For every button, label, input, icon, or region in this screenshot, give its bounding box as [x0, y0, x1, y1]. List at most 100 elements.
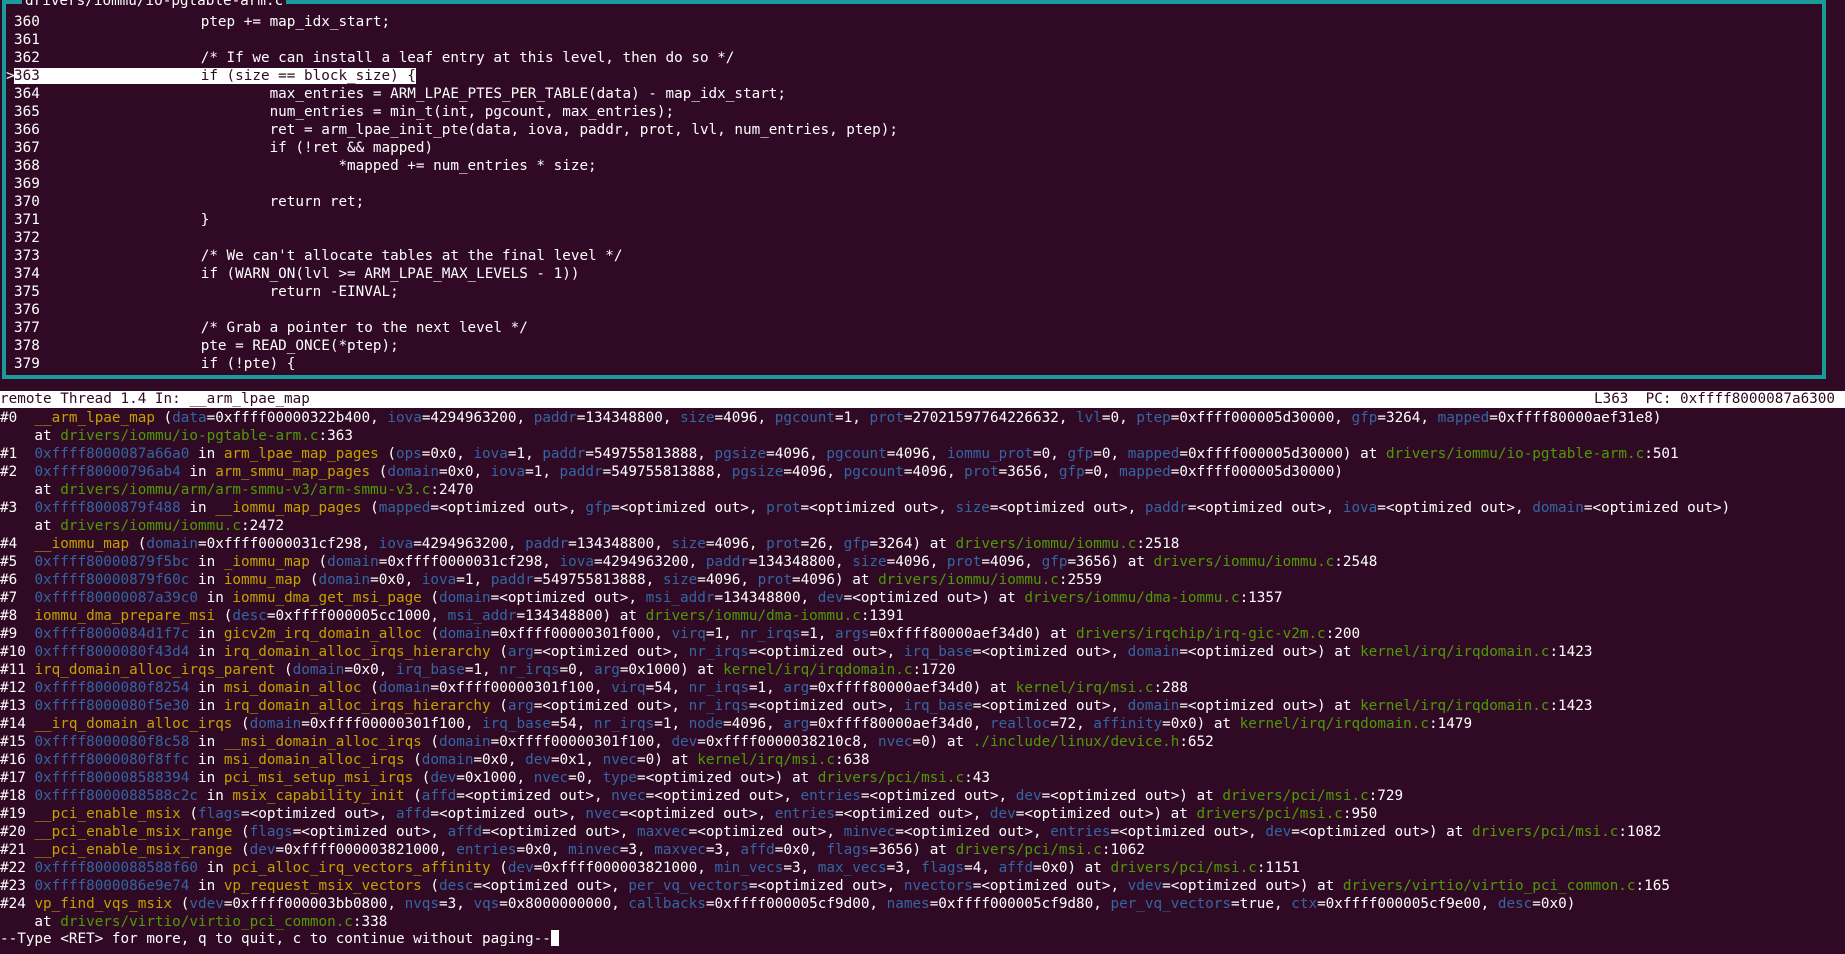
frame-function: __pci_enable_msix: [34, 806, 181, 822]
frame-source-file: kernel/irq/msi.c: [697, 752, 836, 768]
line-marker: [6, 157, 14, 175]
source-line[interactable]: 362 /* If we can install a leaf entry at…: [6, 49, 898, 67]
frame-arg-name: minvec: [568, 842, 620, 858]
frame-arg-name: domain: [292, 662, 345, 678]
frame-text: (: [232, 842, 250, 858]
line-code: pte = READ_ONCE(*ptep);: [63, 338, 399, 354]
source-code-lines[interactable]: 360 ptep += map_idx_start; 361 362 /* If…: [6, 13, 898, 373]
source-line[interactable]: 369: [6, 175, 898, 193]
line-content: 366 ret = arm_lpae_init_pte(data, iova, …: [14, 122, 898, 138]
source-line[interactable]: 364 max_entries = ARM_LPAE_PTES_PER_TABL…: [6, 85, 898, 103]
frame-source-file: drivers/pci/msi.c: [1471, 824, 1619, 840]
frame-source-file: kernel/irq/irqdomain.c: [1360, 644, 1550, 660]
frame-arg-name: nvec: [878, 734, 913, 750]
line-code: /* If we can install a leaf entry at thi…: [63, 50, 735, 66]
line-content: 360 ptep += map_idx_start;: [14, 14, 390, 30]
status-bar: remote Thread 1.4 In: __arm_lpae_map L36…: [0, 391, 1845, 408]
frame-text: =<optimized out>) at: [1179, 644, 1361, 660]
frame-text: at: [0, 482, 61, 498]
backtrace-frame-line: at drivers/iommu/iommu.c:2472: [0, 517, 1730, 535]
frame-text: =0x0,: [421, 446, 474, 462]
backtrace-frame-line: #19 __pci_enable_msix (flags=<optimized …: [0, 805, 1730, 823]
frame-text: #1: [0, 446, 35, 462]
source-line[interactable]: 373 /* We can't allocate tables at the f…: [6, 247, 898, 265]
line-number: 369: [14, 176, 40, 192]
frame-text: =3656,: [998, 464, 1059, 480]
source-line[interactable]: 371 }: [6, 211, 898, 229]
frame-arg-name: arg: [507, 644, 534, 660]
source-line[interactable]: 376: [6, 301, 898, 319]
backtrace-frame-line: #18 0xffff8000088588c2c in msix_capabili…: [0, 787, 1730, 805]
frame-arg-name: entries: [774, 806, 835, 822]
frame-arg-name: data: [172, 410, 207, 426]
frame-arg-name: ptep: [1136, 410, 1171, 426]
frame-text: :2548: [1334, 554, 1378, 570]
frame-text: :1357: [1239, 590, 1283, 606]
frame-arg-name: mapped: [1437, 410, 1490, 426]
frame-arg-name: pgcount: [774, 410, 836, 426]
frame-source-file: drivers/pci/msi.c: [817, 770, 965, 786]
source-line[interactable]: 370 return ret;: [6, 193, 898, 211]
frame-arg-name: domain: [1532, 500, 1584, 516]
line-content: 376: [14, 302, 63, 318]
frame-text: =<optimized out>,: [473, 878, 629, 894]
source-line[interactable]: 367 if (!ret && mapped): [6, 139, 898, 157]
frame-text: =26,: [800, 536, 844, 552]
frame-text: (: [370, 464, 388, 480]
source-line[interactable]: 377 /* Grab a pointer to the next level …: [6, 319, 898, 337]
frame-arg-name: gfp: [1058, 464, 1085, 480]
line-marker: [6, 49, 14, 67]
frame-text: =0xffff00000301f100,: [430, 680, 612, 696]
source-line[interactable]: 378 pte = READ_ONCE(*ptep);: [6, 337, 898, 355]
line-code: ret = arm_lpae_init_pte(data, iova, padd…: [63, 122, 898, 138]
frame-arg-name: prot: [964, 464, 999, 480]
frame-text: :501: [1644, 446, 1679, 462]
source-line-current[interactable]: >363 if (size == block_size) {: [6, 67, 898, 85]
source-line[interactable]: 372: [6, 229, 898, 247]
pager-prompt[interactable]: --Type <RET> for more, q to quit, c to c…: [0, 930, 559, 948]
frame-source-file: drivers/iommu/dma-iommu.c: [645, 608, 861, 624]
line-code: return ret;: [63, 194, 365, 210]
frame-text: =0,: [1033, 446, 1068, 462]
frame-arg-name: gfp: [1351, 410, 1378, 426]
frame-text: =27021597764226632,: [903, 410, 1077, 426]
source-line[interactable]: 365 num_entries = min_t(int, pgcount, ma…: [6, 103, 898, 121]
line-number: 368: [14, 158, 40, 174]
frame-text: :1423: [1549, 644, 1593, 660]
frame-arg-name: domain: [439, 626, 491, 642]
frame-function: gicv2m_irq_domain_alloc: [223, 626, 422, 642]
source-line[interactable]: 366 ret = arm_lpae_init_pte(data, iova, …: [6, 121, 898, 139]
frame-arg-name: type: [602, 770, 638, 786]
frame-text: =1,: [507, 446, 543, 462]
frame-arg-name: paddr: [533, 410, 577, 426]
frame-text: =134348800,: [714, 590, 818, 606]
frame-text: #23: [0, 878, 35, 894]
source-line[interactable]: 368 *mapped += num_entries * size;: [6, 157, 898, 175]
line-marker: [6, 301, 14, 319]
backtrace-frame-line: #14 __irq_domain_alloc_irqs (domain=0xff…: [0, 715, 1730, 733]
line-marker: [6, 193, 14, 211]
frame-arg-name: domain: [439, 734, 491, 750]
frame-arg-name: nvec: [611, 788, 646, 804]
frame-text: in: [189, 572, 224, 588]
source-line[interactable]: 361: [6, 31, 898, 49]
frame-text: =<optimized out>,: [834, 806, 990, 822]
source-line[interactable]: 379 if (!pte) {: [6, 355, 898, 373]
frame-text: at: [0, 914, 61, 930]
frame-source-file: drivers/iommu/iommu.c: [1153, 554, 1335, 570]
frame-text: =3,: [439, 896, 474, 912]
frame-arg-name: max_vecs: [817, 860, 887, 876]
backtrace-output: #0 __arm_lpae_map (data=0xffff00000322b4…: [0, 409, 1730, 931]
frame-text: =0xffff80000aef31e8): [1489, 410, 1662, 426]
frame-text: in: [180, 500, 216, 516]
source-line[interactable]: 360 ptep += map_idx_start;: [6, 13, 898, 31]
line-content: 368 *mapped += num_entries * size;: [14, 158, 597, 174]
frame-address: 0xffff80000879f5bc: [34, 554, 190, 570]
source-line[interactable]: 374 if (WARN_ON(lvl >= ARM_LPAE_MAX_LEVE…: [6, 265, 898, 283]
frame-text: =0x1000) at: [619, 662, 724, 678]
line-marker: [6, 355, 14, 373]
source-line[interactable]: 375 return -EINVAL;: [6, 283, 898, 301]
frame-text: in: [197, 788, 233, 804]
frame-text: =<optimized out>,: [241, 806, 396, 822]
frame-arg-name: iova: [387, 410, 422, 426]
